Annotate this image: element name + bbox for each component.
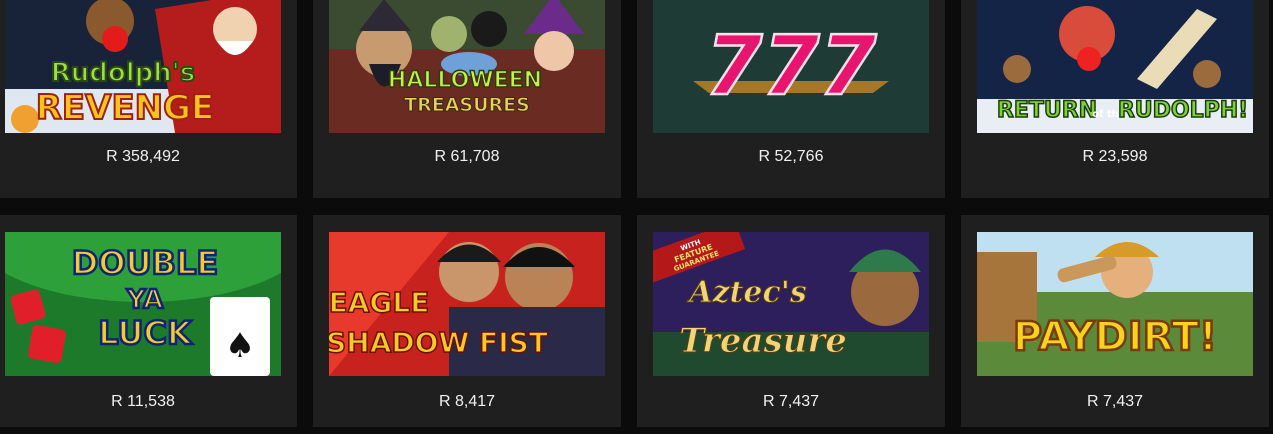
game-card-double-ya-luck[interactable]: ♠ DOUBLE YA LUCK R 11,538 xyxy=(0,215,297,427)
game-title-line2: Treasure xyxy=(679,321,847,361)
game-title-line1: Rudolph's xyxy=(51,58,195,88)
game-title-line1: DOUBLE xyxy=(72,244,218,282)
jackpot-amount: R 61,708 xyxy=(434,148,500,165)
game-title-line2: SHADOW FIST xyxy=(329,326,548,359)
game-title-line2: REVENGE xyxy=(36,88,215,128)
game-art-aztecs-treasure: WITH FEATURE GUARANTEE Aztec's Treasure xyxy=(653,232,929,376)
game-art-return-of-the-rudolph: RETURN of the RUDOLPH! xyxy=(977,0,1253,133)
jackpot-amount: R 7,437 xyxy=(762,393,820,410)
game-card-eagle-shadow-fist[interactable]: EAGLE SHADOW FIST R 8,417 xyxy=(313,215,621,427)
game-thumbnail[interactable]: PAYDIRT! xyxy=(977,232,1253,376)
game-title: 777 xyxy=(705,19,876,114)
game-title-line2: RUDOLPH! xyxy=(1118,98,1248,123)
game-card-aztecs-treasure[interactable]: WITH FEATURE GUARANTEE Aztec's Treasure … xyxy=(637,215,945,427)
game-thumbnail[interactable]: Rudolph's REVENGE xyxy=(5,0,281,133)
game-card-rudolphs-revenge[interactable]: Rudolph's REVENGE R 358,492 xyxy=(0,0,297,198)
game-art-rudolphs-revenge: Rudolph's REVENGE xyxy=(5,0,281,133)
game-card-return-of-the-rudolph[interactable]: RETURN of the RUDOLPH! R 23,598 xyxy=(961,0,1269,198)
game-thumbnail[interactable]: 777 xyxy=(653,0,929,133)
jackpot-amount: R 7,437 xyxy=(1086,393,1144,410)
jackpot-amount: R 52,766 xyxy=(758,148,824,165)
game-card-777[interactable]: 777 R 52,766 xyxy=(637,0,945,198)
game-grid: Rudolph's REVENGE R 358,492 HALLOWEEN TR… xyxy=(0,0,1273,434)
game-title-mid: YA xyxy=(126,285,163,315)
svg-text:♠: ♠ xyxy=(225,326,255,366)
game-art-eagle-shadow-fist: EAGLE SHADOW FIST xyxy=(329,232,605,376)
game-title-line2: TREASURES xyxy=(404,94,530,116)
jackpot-amount: R 358,492 xyxy=(106,148,180,165)
game-thumbnail[interactable]: ♠ DOUBLE YA LUCK xyxy=(5,232,281,376)
game-art-777: 777 xyxy=(653,0,929,133)
game-thumbnail[interactable]: WITH FEATURE GUARANTEE Aztec's Treasure xyxy=(653,232,929,376)
game-title: PAYDIRT! xyxy=(1013,314,1217,360)
game-art-double-ya-luck: ♠ DOUBLE YA LUCK xyxy=(5,232,281,376)
game-title-line2: LUCK xyxy=(98,314,193,352)
game-title-line1: HALLOWEEN xyxy=(388,68,542,93)
game-thumbnail[interactable]: RETURN of the RUDOLPH! xyxy=(977,0,1253,133)
game-card-halloween-treasures[interactable]: HALLOWEEN TREASURES R 61,708 xyxy=(313,0,621,198)
game-title-line1: EAGLE xyxy=(329,286,429,319)
game-art-paydirt: PAYDIRT! xyxy=(977,232,1253,376)
jackpot-amount: R 11,538 xyxy=(111,393,175,410)
game-thumbnail[interactable]: HALLOWEEN TREASURES xyxy=(329,0,605,133)
game-card-paydirt[interactable]: PAYDIRT! R 7,437 xyxy=(961,215,1269,427)
game-art-halloween-treasures: HALLOWEEN TREASURES xyxy=(329,0,605,133)
game-title-line1: RETURN xyxy=(997,98,1097,123)
game-title-line1: Aztec's xyxy=(686,275,807,310)
game-thumbnail[interactable]: EAGLE SHADOW FIST xyxy=(329,232,605,376)
jackpot-amount: R 8,417 xyxy=(438,393,496,410)
jackpot-amount: R 23,598 xyxy=(1082,148,1148,165)
